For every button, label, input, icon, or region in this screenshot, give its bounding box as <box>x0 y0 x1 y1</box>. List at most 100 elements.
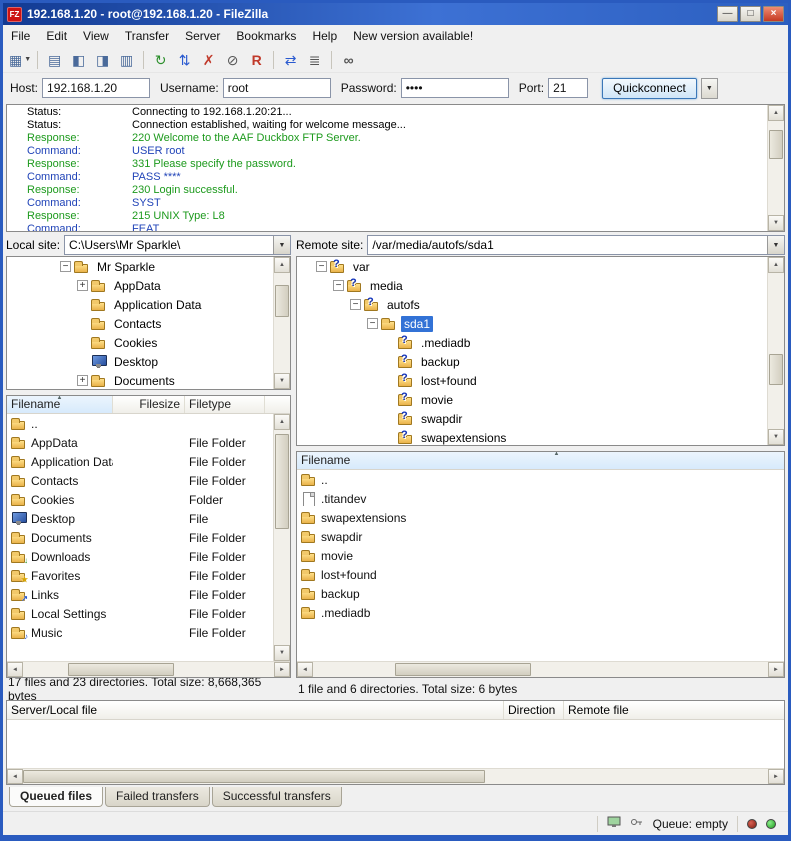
menu-item[interactable]: Help <box>304 26 345 46</box>
queue-list-area[interactable] <box>7 720 784 768</box>
scroll-left-icon[interactable]: ◄ <box>7 769 23 784</box>
tree-row[interactable]: − var <box>297 257 767 276</box>
port-input[interactable] <box>548 78 588 98</box>
cancel-operation-button[interactable]: ✗ <box>197 49 220 71</box>
scroll-left-icon[interactable]: ◄ <box>7 662 23 677</box>
remote-tree-scrollbar[interactable]: ▲ ▼ <box>767 257 784 445</box>
file-row[interactable]: Application Data File Folder <box>7 452 273 471</box>
scroll-down-icon[interactable]: ▼ <box>768 429 784 445</box>
file-row[interactable]: ↓Downloads File Folder <box>7 547 273 566</box>
file-row[interactable]: .. <box>7 414 273 433</box>
host-input[interactable] <box>42 78 150 98</box>
scrollbar-thumb[interactable] <box>275 434 289 529</box>
tree-row[interactable]: lost+found <box>297 371 767 390</box>
tree-row[interactable]: backup <box>297 352 767 371</box>
scrollbar-thumb[interactable] <box>769 354 783 385</box>
scroll-up-icon[interactable]: ▲ <box>768 105 784 121</box>
tree-row[interactable]: movie <box>297 390 767 409</box>
scroll-right-icon[interactable]: ► <box>274 662 290 677</box>
scroll-left-icon[interactable]: ◄ <box>297 662 313 677</box>
toggle-queue-button[interactable]: ▥ <box>115 49 138 71</box>
menu-item[interactable]: Bookmarks <box>228 26 304 46</box>
quickconnect-button[interactable]: Quickconnect <box>602 78 697 99</box>
scroll-down-icon[interactable]: ▼ <box>768 215 784 231</box>
column-header-filesize[interactable]: Filesize <box>113 396 185 413</box>
file-row[interactable]: AppData File Folder <box>7 433 273 452</box>
column-header-filename[interactable]: ▲Filename <box>7 396 113 413</box>
directory-comparison-button[interactable]: ≣ <box>303 49 326 71</box>
file-row[interactable]: Documents File Folder <box>7 528 273 547</box>
file-row[interactable]: Contacts File Folder <box>7 471 273 490</box>
menu-item[interactable]: Server <box>177 26 228 46</box>
username-input[interactable] <box>223 78 331 98</box>
password-input[interactable] <box>401 78 509 98</box>
menu-item[interactable]: File <box>3 26 38 46</box>
menu-item[interactable]: Transfer <box>117 26 177 46</box>
expander-icon[interactable]: − <box>350 299 361 310</box>
disconnect-button[interactable]: ⊘ <box>221 49 244 71</box>
log-scrollbar[interactable]: ▲ ▼ <box>767 105 784 231</box>
scroll-right-icon[interactable]: ► <box>768 662 784 677</box>
local-list-vscrollbar[interactable]: ▲ ▼ <box>273 414 290 661</box>
file-row[interactable]: Cookies Folder <box>7 490 273 509</box>
file-row[interactable]: swapextensions <box>297 508 784 527</box>
scrollbar-thumb[interactable] <box>275 285 289 317</box>
file-row[interactable]: movie <box>297 546 784 565</box>
tree-row[interactable]: − sda1 <box>297 314 767 333</box>
menu-item[interactable]: Edit <box>38 26 75 46</box>
tree-row[interactable]: Cookies <box>7 333 273 352</box>
scrollbar-thumb[interactable] <box>769 130 783 158</box>
menu-item[interactable]: New version available! <box>345 26 481 46</box>
quickconnect-dropdown-button[interactable]: ▼ <box>701 78 718 99</box>
local-site-combo[interactable]: C:\Users\Mr Sparkle\ ▼ <box>64 235 291 255</box>
tree-row[interactable]: .mediadb <box>297 333 767 352</box>
scrollbar-thumb[interactable] <box>68 663 173 676</box>
file-row[interactable]: ★Favorites File Folder <box>7 566 273 585</box>
maximize-button[interactable]: □ <box>740 6 761 22</box>
process-queue-button[interactable]: ⇅ <box>173 49 196 71</box>
tree-row[interactable]: − Mr Sparkle <box>7 257 273 276</box>
queue-hscrollbar[interactable]: ◄ ► <box>7 768 784 784</box>
scroll-up-icon[interactable]: ▲ <box>274 414 290 430</box>
toggle-local-tree-button[interactable]: ◧ <box>67 49 90 71</box>
refresh-button[interactable]: ↻ <box>149 49 172 71</box>
column-header-filename[interactable]: ▲Filename <box>297 452 785 469</box>
file-row[interactable]: ↗Links File Folder <box>7 585 273 604</box>
tree-row[interactable]: + Documents <box>7 371 273 390</box>
tree-row[interactable]: − media <box>297 276 767 295</box>
file-row[interactable]: swapdir <box>297 527 784 546</box>
synchronized-browsing-button[interactable]: ⇄ <box>279 49 302 71</box>
toggle-message-log-button[interactable]: ▤ <box>43 49 66 71</box>
tree-row[interactable]: Desktop <box>7 352 273 371</box>
expander-icon[interactable]: − <box>60 261 71 272</box>
expander-icon[interactable]: − <box>316 261 327 272</box>
remote-site-combo[interactable]: /var/media/autofs/sda1 ▼ <box>367 235 785 255</box>
file-row[interactable]: Desktop File <box>7 509 273 528</box>
file-row[interactable]: .titandev <box>297 489 784 508</box>
tab-failed-transfers[interactable]: Failed transfers <box>105 787 210 807</box>
tree-row[interactable]: swapdir <box>297 409 767 428</box>
tree-row[interactable]: swapextensions <box>297 428 767 446</box>
tab-successful-transfers[interactable]: Successful transfers <box>212 787 342 807</box>
tree-row[interactable]: − autofs <box>297 295 767 314</box>
find-files-button[interactable]: ∞ <box>337 49 360 71</box>
file-row[interactable]: Local Settings File Folder <box>7 604 273 623</box>
minimize-button[interactable]: — <box>717 6 738 22</box>
expander-icon[interactable]: + <box>77 280 88 291</box>
scroll-down-icon[interactable]: ▼ <box>274 373 290 389</box>
scrollbar-thumb[interactable] <box>395 663 532 676</box>
tree-row[interactable]: Application Data <box>7 295 273 314</box>
column-header-server-local-file[interactable]: Server/Local file <box>7 701 504 719</box>
file-row[interactable]: backup <box>297 584 784 603</box>
expander-icon[interactable]: − <box>333 280 344 291</box>
scrollbar-thumb[interactable] <box>23 770 485 783</box>
close-button[interactable]: × <box>763 6 784 22</box>
tree-row[interactable]: Contacts <box>7 314 273 333</box>
reconnect-button[interactable]: R <box>245 49 268 71</box>
column-header-direction[interactable]: Direction <box>504 701 564 719</box>
tab-queued-files[interactable]: Queued files <box>9 787 103 807</box>
remote-list-hscrollbar[interactable]: ◄ ► <box>297 661 784 677</box>
scroll-up-icon[interactable]: ▲ <box>274 257 290 273</box>
site-manager-button[interactable]: ▦ ▼ <box>8 49 32 71</box>
title-bar[interactable]: FZ 192.168.1.20 - root@192.168.1.20 - Fi… <box>3 3 788 25</box>
